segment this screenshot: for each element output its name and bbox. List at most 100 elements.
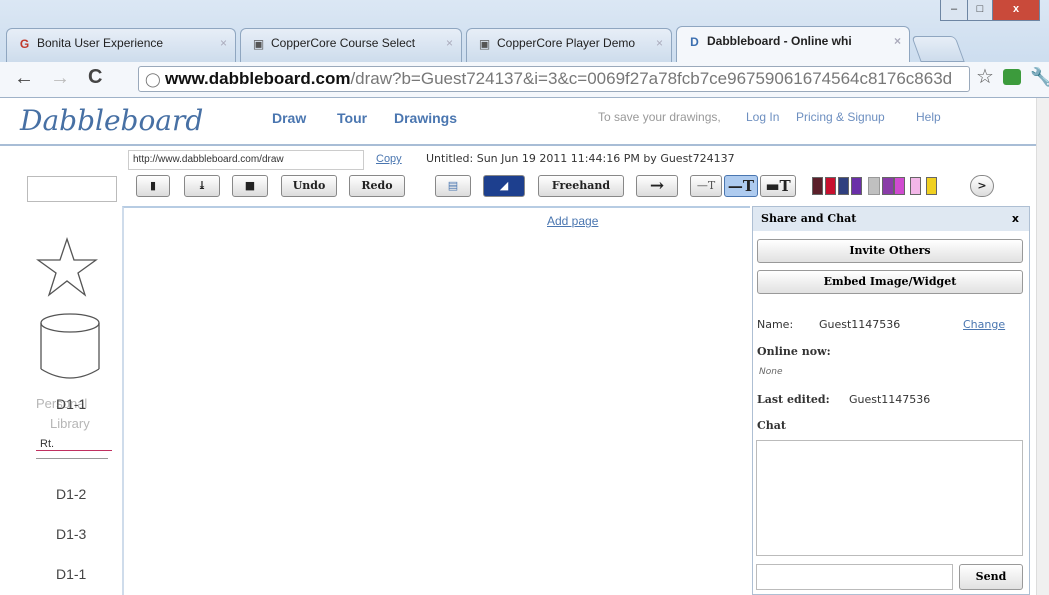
close-tab-icon[interactable]: × bbox=[894, 34, 901, 48]
image-icon: ◢ bbox=[499, 179, 509, 192]
nav-tour[interactable]: Tour bbox=[337, 110, 367, 126]
tab-dabbleboard[interactable]: D Dabbleboard - Online whi × bbox=[676, 26, 910, 62]
online-now-label: Online now: bbox=[757, 345, 831, 358]
new-page-button[interactable]: ▮ bbox=[136, 175, 170, 197]
save-button[interactable]: ■ bbox=[232, 175, 268, 197]
library-item[interactable]: D1-1 bbox=[56, 396, 86, 412]
page: Dabbleboard Draw Tour Drawings To save y… bbox=[0, 98, 1049, 595]
share-panel-header: Share and Chat x bbox=[753, 207, 1029, 231]
change-name-link[interactable]: Change bbox=[963, 318, 1005, 331]
divider bbox=[0, 144, 1040, 146]
board-title: Untitled: Sun Jun 19 2011 11:44:16 PM by… bbox=[426, 152, 735, 165]
new-tab-button[interactable] bbox=[911, 36, 965, 62]
bonita-icon: G bbox=[19, 37, 30, 51]
color-swatch[interactable] bbox=[838, 177, 849, 195]
nav-draw[interactable]: Draw bbox=[272, 110, 306, 126]
embed-button[interactable]: Embed Image/Widget bbox=[757, 270, 1023, 294]
save-prompt-text: To save your drawings, bbox=[598, 110, 721, 124]
add-page-link[interactable]: Add page bbox=[547, 214, 598, 228]
close-tab-icon[interactable]: × bbox=[446, 36, 453, 50]
undo-button[interactable]: Undo bbox=[281, 175, 337, 197]
close-tab-icon[interactable]: × bbox=[656, 36, 663, 50]
shape-library: Personal D1-1 Library Rt. D1-2 D1-3 D1-1 bbox=[0, 206, 120, 595]
coppercore-icon: ▣ bbox=[478, 37, 491, 51]
freehand-button[interactable]: Freehand bbox=[538, 175, 624, 197]
address-host: www.dabbleboard.com bbox=[165, 69, 351, 88]
library-item[interactable]: D1-3 bbox=[56, 526, 86, 542]
pricing-link[interactable]: Pricing & Signup bbox=[796, 110, 885, 124]
arrow-button[interactable]: → bbox=[636, 175, 678, 197]
search-input[interactable] bbox=[27, 176, 117, 202]
chat-input[interactable] bbox=[756, 564, 953, 590]
close-panel-icon[interactable]: x bbox=[1012, 207, 1019, 231]
color-swatch[interactable] bbox=[882, 177, 894, 195]
share-url-field[interactable]: http://www.dabbleboard.com/draw bbox=[128, 150, 364, 170]
wrench-icon[interactable]: 🔧 bbox=[1030, 66, 1049, 88]
page-button[interactable]: ▤ bbox=[435, 175, 471, 197]
back-icon[interactable]: ← bbox=[14, 67, 34, 89]
send-button[interactable]: Send bbox=[959, 564, 1023, 590]
color-swatch[interactable] bbox=[868, 177, 880, 195]
share-panel: Share and Chat x Invite Others Embed Ima… bbox=[752, 206, 1030, 595]
forward-icon[interactable]: → bbox=[50, 67, 70, 89]
tab-label: Dabbleboard - Online whi bbox=[707, 34, 852, 48]
scrollbar[interactable] bbox=[1036, 98, 1049, 595]
login-link[interactable]: Log In bbox=[746, 110, 779, 124]
chat-history[interactable] bbox=[756, 440, 1023, 556]
reload-icon[interactable]: C bbox=[88, 66, 102, 88]
name-label: Name: bbox=[757, 318, 794, 331]
library-faded-label: Library bbox=[50, 416, 90, 431]
redo-button[interactable]: Redo bbox=[349, 175, 405, 197]
tab-coppercore-course[interactable]: ▣ CopperCore Course Select × bbox=[240, 28, 462, 62]
download-icon: ⤓ bbox=[197, 179, 207, 192]
share-panel-title: Share and Chat bbox=[761, 212, 857, 225]
sticky-text-sketch: Rt. bbox=[36, 438, 112, 464]
page-icon: ▤ bbox=[447, 179, 459, 192]
tab-label: CopperCore Player Demo bbox=[497, 36, 636, 50]
globe-icon: ◯ bbox=[145, 71, 161, 87]
close-tab-icon[interactable]: × bbox=[220, 36, 227, 50]
chat-label: Chat bbox=[757, 419, 786, 432]
drawing-canvas[interactable] bbox=[122, 206, 750, 595]
tab-coppercore-player[interactable]: ▣ CopperCore Player Demo × bbox=[466, 28, 672, 62]
color-swatch[interactable] bbox=[851, 177, 862, 195]
color-swatch[interactable] bbox=[926, 177, 937, 195]
last-edited-value: Guest1147536 bbox=[849, 393, 931, 406]
minimize-button[interactable]: – bbox=[940, 0, 968, 21]
extension-icon[interactable] bbox=[1003, 69, 1021, 85]
address-path: /draw?b=Guest724137&i=3&c=0069f27a78fcb7… bbox=[350, 69, 953, 88]
dabbleboard-icon: D bbox=[690, 35, 699, 49]
color-swatch[interactable] bbox=[812, 177, 823, 195]
image-button[interactable]: ◢ bbox=[483, 175, 525, 197]
color-swatch[interactable] bbox=[825, 177, 836, 195]
line-large-button[interactable]: ▬T bbox=[760, 175, 796, 197]
more-tools-button[interactable]: > bbox=[970, 175, 994, 197]
copy-link[interactable]: Copy bbox=[376, 153, 402, 165]
tab-label: Bonita User Experience bbox=[37, 36, 164, 50]
color-swatch[interactable] bbox=[894, 177, 905, 195]
library-item[interactable]: D1-1 bbox=[56, 566, 86, 582]
nav-drawings[interactable]: Drawings bbox=[394, 110, 457, 126]
tab-label: CopperCore Course Select bbox=[271, 36, 416, 50]
star-icon[interactable]: ☆ bbox=[976, 66, 994, 88]
line-medium-button[interactable]: —T bbox=[724, 175, 758, 197]
library-item[interactable]: D1-2 bbox=[56, 486, 86, 502]
document-icon: ▮ bbox=[149, 179, 157, 192]
tab-bonita[interactable]: G Bonita User Experience × bbox=[6, 28, 236, 62]
close-window-button[interactable]: x bbox=[992, 0, 1040, 21]
line-small-button[interactable]: —T bbox=[690, 175, 722, 197]
online-now-value: None bbox=[759, 367, 783, 377]
last-edited-label: Last edited: bbox=[757, 393, 830, 406]
maximize-button[interactable]: □ bbox=[967, 0, 993, 21]
help-link[interactable]: Help bbox=[916, 110, 941, 124]
cylinder-shape[interactable] bbox=[38, 311, 102, 383]
download-button[interactable]: ⤓ bbox=[184, 175, 220, 197]
name-value: Guest1147536 bbox=[819, 318, 901, 331]
star-shape[interactable] bbox=[36, 236, 98, 298]
address-bar[interactable]: ◯ www.dabbleboard.com/draw?b=Guest724137… bbox=[138, 66, 970, 92]
save-icon: ■ bbox=[244, 179, 256, 192]
coppercore-icon: ▣ bbox=[252, 37, 265, 51]
color-swatch[interactable] bbox=[910, 177, 921, 195]
logo: Dabbleboard bbox=[20, 104, 204, 137]
invite-others-button[interactable]: Invite Others bbox=[757, 239, 1023, 263]
